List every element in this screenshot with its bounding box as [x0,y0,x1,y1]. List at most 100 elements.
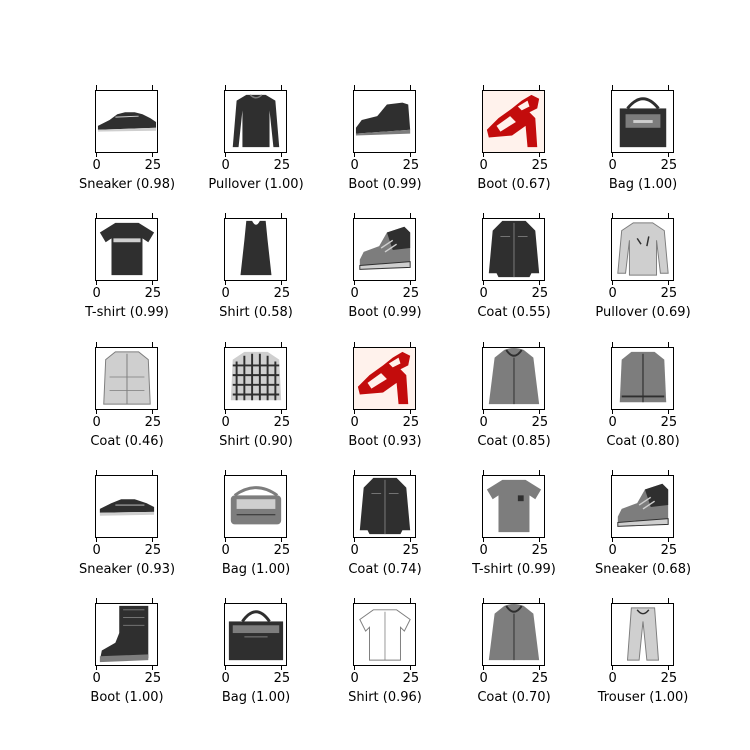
image-panel: 0 25 Sneaker (0.98) [65,85,195,210]
x-tick-mark-top [281,342,283,347]
image-panel: 0 25 Shirt (0.96) [323,598,453,723]
x-tick-mark-top [354,598,356,603]
x-tick-mark [668,666,670,670]
x-tick-label: 0 [350,286,359,301]
x-tick-label: 25 [660,286,678,301]
x-tick-mark [483,410,485,414]
image-panel: 0 25 Coat (0.46) [65,342,195,467]
x-tick-mark [612,538,614,542]
prediction-label: Boot (1.00) [90,690,164,705]
garment-image [99,605,149,663]
garment-image [359,226,411,270]
x-tick-label: 0 [221,543,230,558]
garment-image [486,479,542,533]
x-tick-mark-top [539,342,541,347]
x-tick-label: 25 [273,286,291,301]
x-tick-label: 25 [660,543,678,558]
prediction-label: Boot (0.99) [348,177,422,192]
panel-image [353,603,416,666]
x-tick-label: 0 [221,671,230,686]
x-tick-mark [612,153,614,157]
panel-image [611,90,674,153]
x-tick-mark-top [354,342,356,347]
prediction-label: Trouser (1.00) [597,690,689,705]
panel-image [353,90,416,153]
garment-image [359,477,411,535]
x-tick-mark-top [668,213,670,218]
x-tick-mark-top [225,213,227,218]
x-tick-label: 25 [402,158,420,173]
x-tick-label: 25 [402,671,420,686]
x-tick-label: 0 [350,671,359,686]
x-tick-mark-top [225,598,227,603]
image-panel: 0 25 Sneaker (0.68) [581,470,711,595]
x-tick-label: 25 [273,158,291,173]
panel-image [611,347,674,410]
image-panel: 0 25 Boot (0.67) [452,85,582,210]
x-tick-mark [539,410,541,414]
x-tick-mark-top [354,213,356,218]
panel-image [611,218,674,281]
x-tick-mark-top [281,598,283,603]
prediction-label: Pullover (1.00) [208,177,304,192]
garment-image [230,351,282,401]
x-tick-mark [225,410,227,414]
panel-image [224,475,287,538]
image-panel: 0 25 Bag (1.00) [581,85,711,210]
x-tick-mark-top [410,85,412,90]
prediction-label: Sneaker (0.93) [78,562,176,577]
x-tick-label: 25 [660,415,678,430]
x-tick-mark [96,281,98,285]
x-tick-mark-top [410,470,412,475]
x-tick-label: 25 [144,671,162,686]
garment-image [488,220,540,278]
panel-image [353,475,416,538]
x-tick-mark-top [225,470,227,475]
x-tick-label: 25 [273,671,291,686]
garment-image [617,483,669,527]
x-tick-mark-top [668,470,670,475]
x-tick-mark [281,538,283,542]
x-tick-label: 25 [144,286,162,301]
x-tick-mark [225,666,227,670]
x-tick-mark [354,153,356,157]
prediction-label: Pullover (0.69) [595,305,691,320]
panel-image [224,90,287,153]
x-tick-label: 0 [608,415,617,430]
panel-image [353,347,416,410]
prediction-label: Shirt (0.90) [219,434,293,449]
x-tick-mark [96,153,98,157]
x-tick-mark-top [483,342,485,347]
panel-image [95,347,158,410]
panel-image [611,475,674,538]
panel-image [224,347,287,410]
garment-image [483,91,544,152]
x-tick-label: 25 [660,671,678,686]
panel-image [224,603,287,666]
image-panel: 0 25 Coat (0.70) [452,598,582,723]
x-tick-mark-top [410,342,412,347]
prediction-label: Bag (1.00) [221,562,291,577]
panel-image [95,218,158,281]
image-panel: 0 25 Pullover (1.00) [194,85,324,210]
garment-image [488,348,540,405]
panel-image [482,347,545,410]
x-tick-mark-top [668,85,670,90]
x-tick-mark [96,666,98,670]
image-panel: 0 25 Boot (0.93) [323,342,453,467]
x-tick-mark-top [612,598,614,603]
panel-image [95,603,158,666]
x-tick-mark [152,153,154,157]
garment-image [619,351,667,403]
garment-image [617,222,669,276]
x-tick-label: 0 [608,671,617,686]
x-tick-mark-top [152,598,154,603]
x-tick-mark [354,666,356,670]
x-tick-label: 0 [92,158,101,173]
x-tick-mark-top [152,342,154,347]
x-tick-mark-top [152,85,154,90]
x-tick-mark-top [612,85,614,90]
x-tick-mark [354,281,356,285]
x-tick-mark [612,410,614,414]
x-tick-label: 0 [608,286,617,301]
